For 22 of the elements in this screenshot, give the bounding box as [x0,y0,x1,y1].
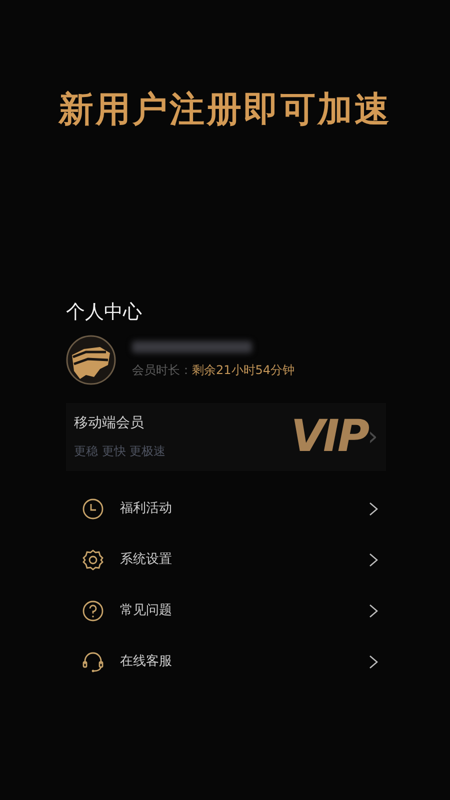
membership-card[interactable]: 移动端会员 更稳 更快 更极速 VIP› [66,402,386,470]
chevron-icon [369,604,378,618]
help-icon [82,600,104,622]
clock-icon [82,498,104,520]
menu-item[interactable]: 常见问题 [66,586,386,636]
menu-item[interactable]: 福利活动 [66,484,386,534]
menu-item[interactable]: 在线客服 [66,636,386,688]
section-heading: 个人中心 [66,300,143,325]
menu-item[interactable]: 系统设置 [66,534,386,586]
membership-subtitle: 更稳 更快 更极速 [74,443,166,460]
chevron-icon [369,655,378,669]
settings-icon [82,549,104,571]
avatar[interactable] [66,334,116,384]
headset-icon [82,651,104,673]
membership-title: 移动端会员 [74,414,145,433]
banner-title: 新用户注册即可加速 [58,93,392,128]
chevron-icon: › [368,424,378,450]
duration-value: 剩余21小时54分钟 [192,362,295,378]
vip-logo: VIP [290,414,368,458]
duration-label: 会员时长： [132,362,192,378]
chevron-icon [369,502,378,516]
chevron-icon [369,553,378,567]
